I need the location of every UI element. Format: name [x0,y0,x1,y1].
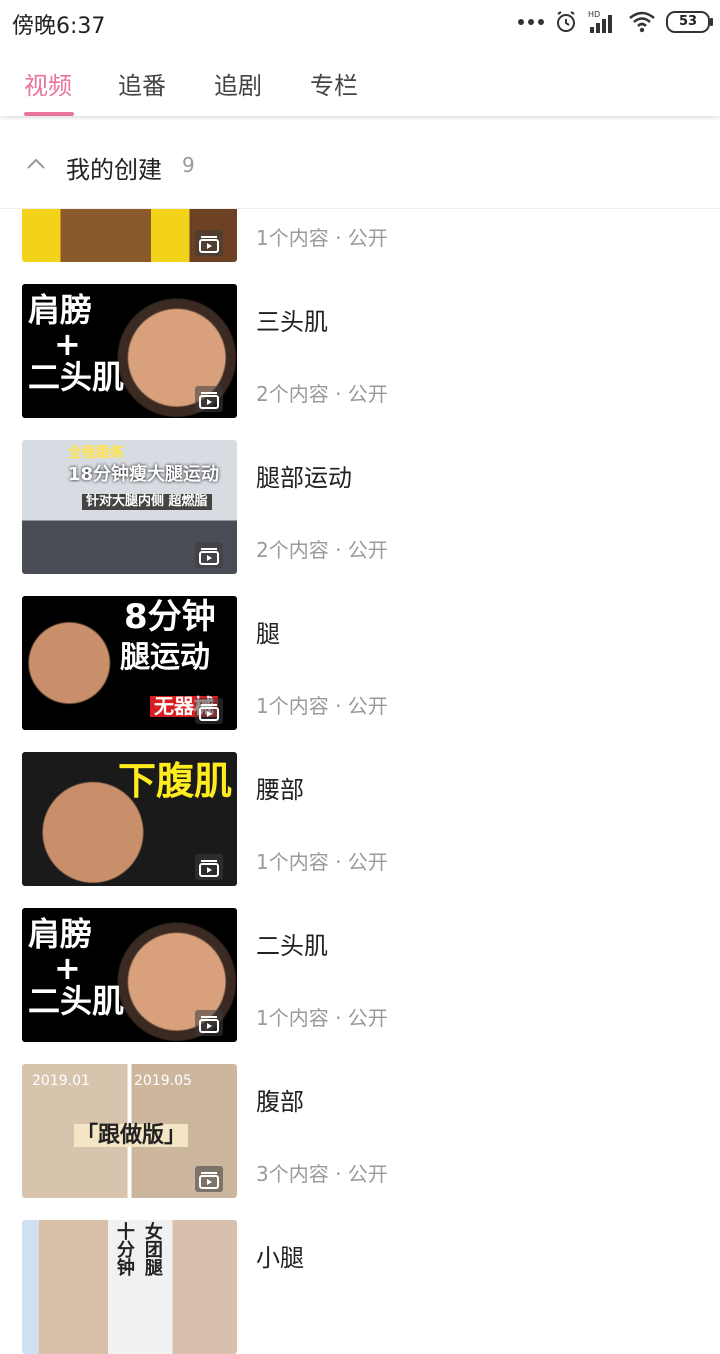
playlist-play-icon [195,1166,223,1192]
collection-title: 二头肌 [256,932,328,960]
section-title: 我的创建 [66,156,162,184]
active-tab-indicator [24,112,74,116]
playlist-play-icon [195,386,223,412]
more-dots-icon [518,19,544,25]
thumbnail-caption: 「跟做版」 [74,1123,189,1148]
status-icons: HD 53 [518,8,713,36]
collection-title: 三头肌 [256,308,328,336]
collection-meta: 1个内容 · 公开 [256,850,388,874]
collection-thumbnail[interactable]: 肩膀 + 二头肌 [22,908,237,1042]
collection-thumbnail[interactable]: 全程跟练 18分钟瘦大腿运动 针对大腿内侧 超燃脂 [22,440,237,574]
thumbnail-caption: 18分钟瘦大腿运动 [68,464,220,485]
collection-meta: 1个内容 · 公开 [256,1006,388,1030]
status-bar: 傍晚6:37 HD 53 [0,0,720,44]
tab-anime[interactable]: 追番 [118,66,166,101]
tab-column[interactable]: 专栏 [310,66,358,101]
wifi-icon [629,11,655,33]
signal-icon: HD [588,10,612,33]
thumbnail-caption: 下腹肌 [118,759,233,803]
collection-thumbnail[interactable]: 下腹肌 [22,752,237,886]
collection-title: 腿 [256,620,280,648]
status-time: 傍晚6:37 [12,14,106,39]
playlist-play-icon [195,1010,223,1036]
collection-item[interactable]: 全程跟练 18分钟瘦大腿运动 针对大腿内侧 超燃脂 腿部运动 2个内容 · 公开 [0,440,720,574]
playlist-play-icon [195,542,223,568]
thumbnail-caption: 女团腿 [141,1222,163,1276]
tab-video[interactable]: 视频 [24,66,72,101]
thumbnail-caption: 全程跟练 [68,445,124,461]
collection-meta: 3个内容 · 公开 [256,1162,388,1186]
thumbnail-caption: 肩膀 + 二头肌 [28,915,125,1021]
section-count: 9 [182,153,195,177]
collection-item[interactable]: 肩膀 + 二头肌 三头肌 2个内容 · 公开 [0,284,720,418]
collection-title: 腿部运动 [256,464,352,492]
playlist-play-icon [195,698,223,724]
collection-meta: 1个内容 · 公开 [256,226,388,250]
thumbnail-caption: 8分钟 [124,597,216,637]
thumbnail-caption: 腿运动 [120,640,210,675]
collection-thumbnail[interactable]: 2019.01 2019.05 「跟做版」 [22,1064,237,1198]
collection-item[interactable]: 2019.01 2019.05 「跟做版」 腹部 3个内容 · 公开 [0,1064,720,1198]
thumbnail-caption: 2019.01 [32,1073,90,1089]
collection-item[interactable]: 8分钟 腿运动 无器械 腿 1个内容 · 公开 [0,596,720,730]
my-created-section-header[interactable]: 我的创建 9 [0,118,720,209]
tab-drama[interactable]: 追剧 [214,66,262,101]
alarm-icon [557,11,575,32]
collection-title: 腰部 [256,776,304,804]
thumbnail-caption: 2019.05 [134,1073,192,1089]
thumbnail-caption: 肩膀 + 二头肌 [28,291,125,397]
collection-title: 小腿 [256,1244,304,1272]
collection-meta: 2个内容 · 公开 [256,382,388,406]
hd-label: HD [588,10,600,19]
collection-item[interactable]: 肩膀 + 二头肌 二头肌 1个内容 · 公开 [0,908,720,1042]
chevron-up-icon[interactable] [24,152,48,174]
collection-thumbnail[interactable]: 肩膀 + 二头肌 [22,284,237,418]
collection-title: 腹部 [256,1088,304,1116]
playlist-play-icon [195,230,223,256]
collection-item[interactable]: 十分钟 女团腿 小腿 [0,1220,720,1354]
thumbnail-caption: 十分钟 [113,1222,135,1276]
collection-meta: 2个内容 · 公开 [256,538,388,562]
collection-thumbnail[interactable]: 十分钟 女团腿 [22,1220,237,1354]
collection-thumbnail[interactable]: 8分钟 腿运动 无器械 [22,596,237,730]
battery-indicator: 53 [666,11,713,33]
thumbnail-caption: 针对大腿内侧 超燃脂 [82,494,212,510]
playlist-play-icon [195,854,223,880]
collection-meta: 1个内容 · 公开 [256,694,388,718]
collection-item[interactable]: 下腹肌 腰部 1个内容 · 公开 [0,752,720,886]
tab-bar: 视频 追番 追剧 专栏 [0,44,720,116]
